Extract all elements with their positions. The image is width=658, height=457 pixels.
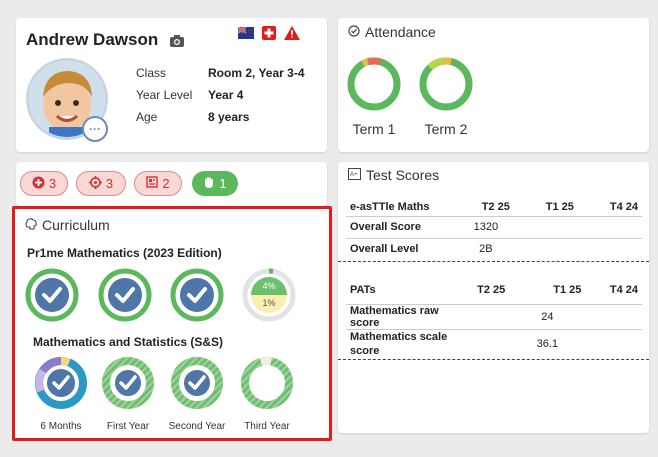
badge-bar: 3 3 2 1: [16, 162, 327, 206]
year-level-label: Year Level: [136, 88, 193, 102]
check-circle-icon: [348, 24, 360, 40]
table-row: Mathematics raw score 24: [346, 304, 642, 329]
pats-col-t1-25: T1 25: [553, 283, 582, 296]
overall-score-label: Overall Score: [350, 221, 421, 233]
east-col-t4-24: T4 24: [609, 200, 638, 213]
test-scores-title-text: Test Scores: [366, 167, 440, 183]
overall-score-t1-25: [514, 216, 578, 238]
student-info: Class Room 2, Year 3-4 Year Level Year 4 A…: [136, 62, 305, 128]
badge-plus[interactable]: 3: [20, 171, 68, 196]
plus-circle-icon: [32, 176, 45, 192]
first-year-label: First Year: [106, 421, 150, 432]
progress-top-pct: 4%: [262, 281, 276, 291]
age-label: Age: [136, 110, 158, 124]
east-table: e-asTTle Maths T2 25 T1 25 T4 24 Overall…: [346, 198, 642, 260]
student-name: Andrew Dawson: [26, 30, 159, 49]
medical-cross-icon[interactable]: [262, 26, 276, 45]
student-profile-card: Andrew Dawson ··· Class Room 2, Year 3-4 …: [16, 18, 327, 152]
term-1-attendance[interactable]: Term 1: [346, 56, 402, 137]
pr1me-heading: Pr1me Mathematics (2023 Edition): [27, 246, 222, 260]
first-year-badge[interactable]: [102, 357, 154, 409]
progress-bottom-pct: 1%: [262, 298, 276, 308]
term-2-label: Term 2: [424, 121, 468, 137]
six-months-badge[interactable]: [35, 357, 87, 409]
test-scores-card: A+ Test Scores e-asTTle Maths T2 25 T1 2…: [338, 162, 649, 433]
overall-score-t2-25: 1320: [473, 221, 499, 233]
progress-ring: [242, 268, 296, 322]
overall-level-t4-24: [578, 238, 642, 260]
badge-target[interactable]: 3: [76, 171, 126, 196]
term-1-donut: [347, 57, 401, 111]
overall-score-t4-24: [578, 216, 642, 238]
badge-report-count: 2: [162, 176, 170, 191]
table-row: Mathematics scale score 36.1: [346, 329, 642, 359]
overall-level-label: Overall Level: [350, 243, 419, 256]
curriculum-title: Curriculum: [25, 217, 110, 233]
maths-stats-heading: Mathematics and Statistics (S&S): [33, 335, 224, 349]
badge-hand[interactable]: 1: [192, 171, 238, 196]
raw-score-t2-25: [462, 304, 509, 329]
east-col-t1-25: T1 25: [545, 200, 574, 213]
attendance-title-text: Attendance: [365, 24, 436, 40]
class-value: Room 2, Year 3-4: [208, 66, 305, 80]
six-months-label: 6 Months: [40, 421, 82, 432]
badge-hand-count: 1: [219, 176, 227, 191]
raw-score-t4-24: [585, 304, 642, 329]
camera-icon[interactable]: [170, 34, 184, 52]
third-year-label: Third Year: [244, 421, 290, 432]
pats-table: PATs T2 25 T1 25 T4 24 Mathematics raw s…: [346, 276, 642, 359]
third-year-badge[interactable]: [241, 357, 293, 409]
overall-level-t1-25: [514, 238, 578, 260]
section-divider: [338, 261, 649, 262]
table-row: Overall Score 1320: [346, 216, 642, 238]
pr1me-level-2-badge[interactable]: [98, 268, 152, 322]
table-row: Overall Level 2B: [346, 238, 642, 260]
pats-header: PATs: [350, 283, 376, 296]
scale-score-label: Mathematics scale score: [350, 331, 448, 358]
year-level-value: Year 4: [208, 88, 244, 102]
scale-score-t2-25: [462, 329, 509, 359]
raw-score-t1-25: 24: [541, 310, 554, 323]
badge-plus-count: 3: [48, 176, 57, 191]
second-year-badge[interactable]: [171, 357, 223, 409]
test-scores-title: A+ Test Scores: [348, 167, 439, 183]
brain-icon: [25, 217, 37, 233]
badge-report[interactable]: 2: [134, 171, 182, 196]
badge-target-count: 3: [105, 176, 114, 191]
scale-score-t4-24: [585, 329, 642, 359]
nz-flag-icon[interactable]: [237, 26, 254, 45]
curriculum-title-text: Curriculum: [42, 217, 110, 233]
table-end-divider: [338, 359, 649, 360]
raw-score-label: Mathematics raw score: [350, 304, 439, 329]
second-year-label: Second Year: [168, 421, 226, 432]
curriculum-panel: Curriculum Pr1me Mathematics (2023 Editi…: [12, 206, 332, 441]
class-label: Class: [136, 66, 167, 80]
more-options-button[interactable]: ···: [82, 116, 108, 142]
term-2-attendance[interactable]: Term 2: [418, 56, 474, 137]
report-icon: [146, 176, 159, 191]
hand-icon: [203, 176, 215, 192]
east-col-t2-25: T2 25: [481, 200, 510, 213]
pats-col-t2-25: T2 25: [477, 283, 506, 296]
pr1me-level-4-progress[interactable]: 4% 1%: [242, 268, 296, 322]
test-icon: A+: [348, 167, 361, 183]
svg-text:A+: A+: [350, 172, 358, 178]
scale-score-t1-25: 36.1: [536, 338, 559, 351]
pats-col-t4-24: T4 24: [609, 283, 638, 296]
term-1-label: Term 1: [352, 121, 396, 137]
east-header: e-asTTle Maths: [350, 200, 430, 213]
attendance-card: Attendance Term 1 Term 2: [338, 18, 649, 152]
overall-level-t2-25: 2B: [479, 243, 493, 256]
attendance-title: Attendance: [348, 24, 436, 40]
term-2-donut: [419, 57, 473, 111]
pr1me-level-3-badge[interactable]: [170, 268, 224, 322]
age-value: 8 years: [208, 110, 250, 124]
alert-icon[interactable]: [284, 26, 300, 45]
target-icon: [88, 175, 102, 192]
pr1me-level-1-badge[interactable]: [25, 268, 79, 322]
